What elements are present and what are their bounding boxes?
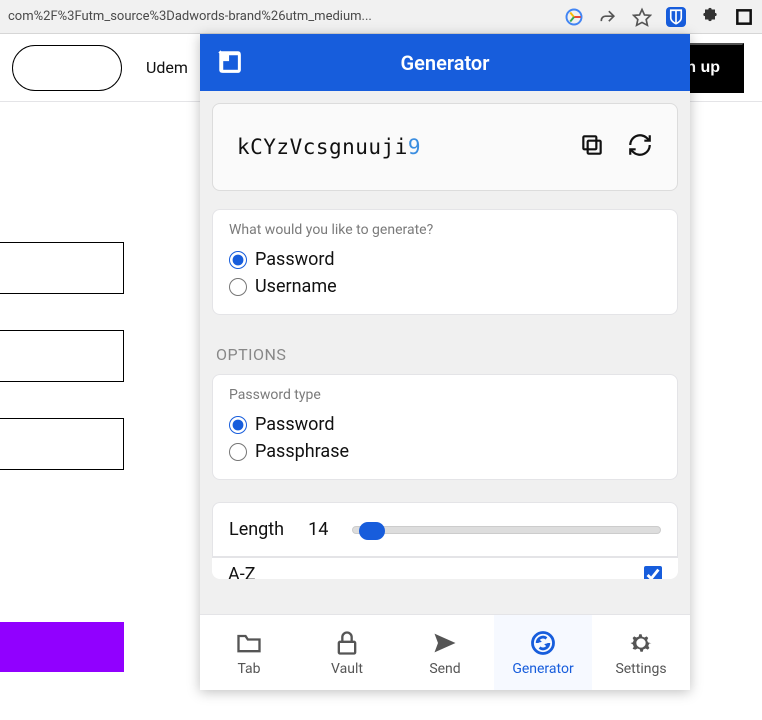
omnibox-url[interactable]: com%2F%3Futm_source%3Dadwords-brand%26ut… xyxy=(8,9,554,24)
popup-header: Generator xyxy=(200,34,690,91)
radio-username-label: Username xyxy=(255,276,337,297)
share-icon[interactable] xyxy=(598,7,618,27)
popup-body: kCYzVcsgnuuji9 What would you like to ge… xyxy=(200,91,690,614)
radio-password-input[interactable] xyxy=(229,251,247,269)
length-card: Length 14 xyxy=(212,502,678,557)
generated-password-text: kCYzVcsgnuuji9 xyxy=(237,135,421,159)
bitwarden-extension-icon[interactable] xyxy=(666,7,686,27)
lock-icon xyxy=(333,629,361,657)
tab-send[interactable]: Send xyxy=(396,615,494,690)
tab-settings-label: Settings xyxy=(615,661,666,677)
password-type-label: Password type xyxy=(229,387,661,403)
browser-address-bar: com%2F%3Futm_source%3Dadwords-brand%26ut… xyxy=(0,0,762,34)
google-icon[interactable] xyxy=(564,7,584,27)
radio-password[interactable]: Password xyxy=(229,246,661,273)
password-type-card: Password type Password Passphrase xyxy=(212,374,678,480)
search-pill[interactable] xyxy=(12,45,122,91)
radio-type-passphrase-input[interactable] xyxy=(229,443,247,461)
length-slider[interactable] xyxy=(352,526,661,534)
popup-title: Generator xyxy=(401,51,490,75)
tab-send-label: Send xyxy=(429,661,460,677)
form-field[interactable] xyxy=(0,418,124,470)
radio-type-password-label: Password xyxy=(255,414,335,435)
window-icon[interactable] xyxy=(734,7,754,27)
form-field[interactable] xyxy=(0,242,124,294)
submit-button[interactable] xyxy=(0,622,124,672)
form-field[interactable] xyxy=(0,330,124,382)
generate-question: What would you like to generate? xyxy=(229,222,661,238)
radio-username-input[interactable] xyxy=(229,278,247,296)
radio-username[interactable]: Username xyxy=(229,273,661,300)
folder-icon xyxy=(235,629,263,657)
radio-password-label: Password xyxy=(255,249,335,270)
tab-generator[interactable]: Generator xyxy=(494,615,592,690)
radio-type-password-input[interactable] xyxy=(229,416,247,434)
generated-password-card: kCYzVcsgnuuji9 xyxy=(212,103,678,191)
bitwarden-popup: Generator kCYzVcsgnuuji9 What would you … xyxy=(200,34,690,690)
gear-icon xyxy=(627,629,655,657)
radio-type-password[interactable]: Password xyxy=(229,411,661,438)
radio-type-passphrase-label: Passphrase xyxy=(255,441,349,462)
az-checkbox[interactable] xyxy=(644,566,662,580)
tab-tab-label: Tab xyxy=(237,661,260,677)
tab-settings[interactable]: Settings xyxy=(592,615,690,690)
options-label: OPTIONS xyxy=(216,345,674,364)
tab-generator-label: Generator xyxy=(512,661,573,677)
slider-thumb[interactable] xyxy=(359,522,385,540)
tab-tab[interactable]: Tab xyxy=(200,615,298,690)
length-value: 14 xyxy=(308,519,328,540)
az-toggle-row: A-Z xyxy=(212,557,678,579)
extensions-icon[interactable] xyxy=(700,7,720,27)
copy-icon[interactable] xyxy=(579,132,605,162)
regenerate-icon[interactable] xyxy=(627,132,653,162)
generate-type-card: What would you like to generate? Passwor… xyxy=(212,209,678,315)
popout-icon[interactable] xyxy=(216,48,244,80)
send-icon xyxy=(431,629,459,657)
az-label: A-Z xyxy=(228,564,256,579)
tab-vault-label: Vault xyxy=(331,661,363,677)
refresh-icon xyxy=(529,629,557,657)
nav-brand-text: Udem xyxy=(146,58,188,77)
popup-tabbar: Tab Vault Send Generator Settings xyxy=(200,614,690,690)
tab-vault[interactable]: Vault xyxy=(298,615,396,690)
star-icon[interactable] xyxy=(632,7,652,27)
radio-type-passphrase[interactable]: Passphrase xyxy=(229,438,661,465)
length-label: Length xyxy=(229,519,284,540)
